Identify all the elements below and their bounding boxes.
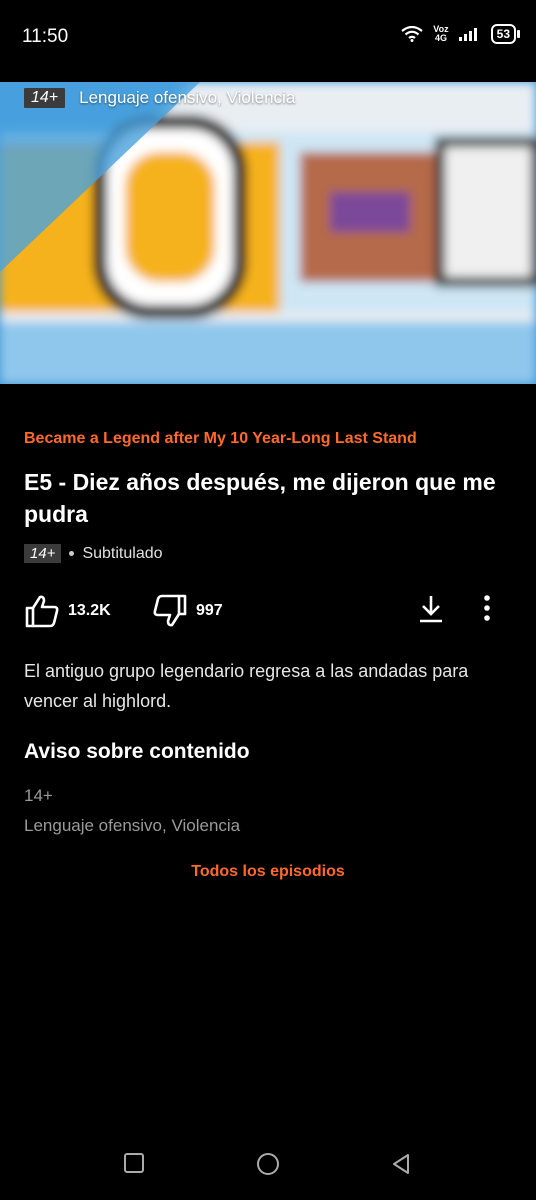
wifi-icon (401, 26, 423, 42)
back-button[interactable] (390, 1152, 412, 1181)
recent-apps-button[interactable] (123, 1152, 145, 1179)
thumbs-down-icon (153, 594, 187, 627)
home-button[interactable] (256, 1152, 280, 1181)
network-type: Voz 4G (433, 25, 448, 43)
maturity-rating-badge: 14+ (24, 88, 66, 108)
battery-icon: 53 (490, 24, 521, 44)
square-icon (124, 1153, 144, 1173)
action-row: 13.2K 997 (0, 592, 536, 636)
hero-rating-row: 14+ Lenguaje ofensivo, Violencia (24, 88, 295, 108)
all-episodes-link[interactable]: Todos los episodios (0, 863, 536, 881)
status-icons: Voz 4G 53 (401, 24, 521, 44)
more-options-button[interactable] (482, 594, 492, 629)
meta-rating-badge: 14+ (24, 544, 62, 563)
dislike-count: 997 (196, 602, 223, 619)
episode-description: El antiguo grupo legendario regresa a la… (24, 661, 469, 711)
more-vertical-icon (484, 595, 490, 621)
content-advisory-heading: Aviso sobre contenido (24, 740, 250, 763)
content-descriptors: Lenguaje ofensivo, Violencia (79, 88, 296, 107)
thumbnail-art (0, 82, 536, 384)
like-count: 13.2K (68, 602, 111, 619)
like-button[interactable]: 13.2K (24, 594, 111, 628)
download-button[interactable] (418, 594, 444, 629)
triangle-back-icon (393, 1154, 409, 1174)
download-icon (420, 596, 442, 623)
separator-dot (69, 551, 75, 556)
episode-title: E5 - Diez años después, me dijeron que m… (24, 469, 496, 527)
audio-type: Subtitulado (82, 544, 163, 562)
signal-icon (458, 28, 477, 41)
episode-thumbnail[interactable]: 14+ Lenguaje ofensivo, Violencia (0, 82, 536, 384)
episode-meta: 14+ Subtitulado (24, 544, 163, 563)
series-title-link[interactable]: Became a Legend after My 10 Year-Long La… (24, 430, 417, 448)
content-advisory-descriptors: Lenguaje ofensivo, Violencia (24, 816, 241, 835)
content-advisory-rating: 14+ (24, 786, 53, 805)
network-label-bottom: 4G (434, 33, 447, 43)
status-time: 11:50 (22, 26, 69, 47)
system-nav-bar (0, 1138, 536, 1200)
circle-icon (257, 1153, 279, 1175)
dislike-button[interactable]: 997 (152, 594, 223, 628)
thumbs-up-icon (25, 595, 59, 628)
status-bar: 11:50 Voz 4G 53 (0, 0, 536, 82)
